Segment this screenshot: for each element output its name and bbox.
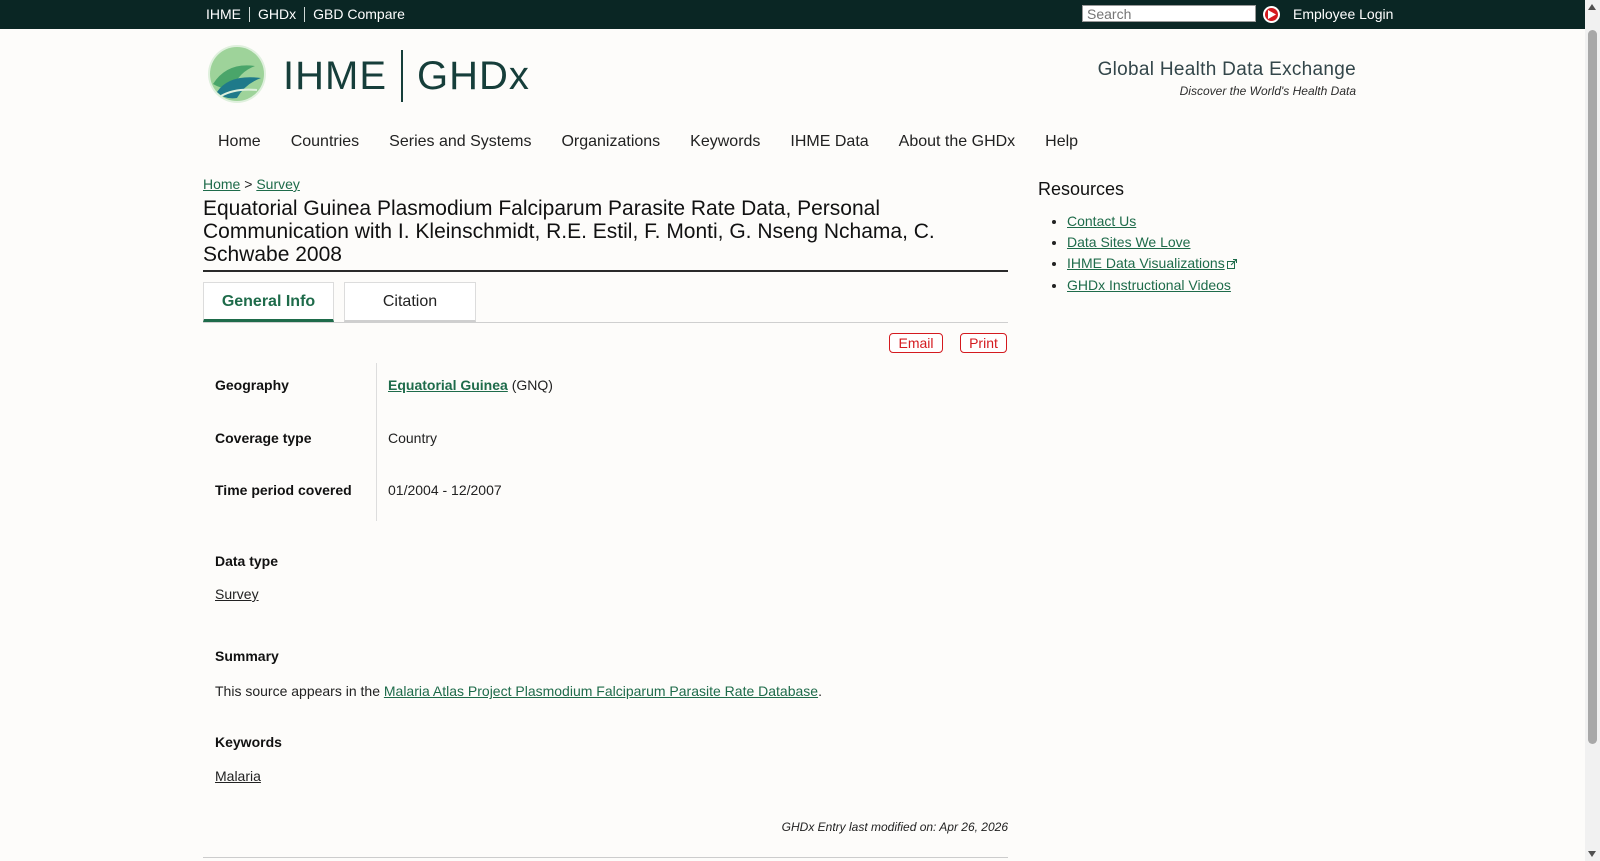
tab-general-info[interactable]: General Info bbox=[203, 282, 334, 322]
resource-item: GHDx Instructional Videos bbox=[1067, 277, 1237, 293]
resource-item: Data Sites We Love bbox=[1067, 234, 1237, 250]
resources-list: Contact Us Data Sites We Love IHME Data … bbox=[1048, 213, 1237, 298]
page-scrollbar[interactable] bbox=[1585, 0, 1600, 861]
nav-item-help[interactable]: Help bbox=[1030, 133, 1093, 151]
time-period-label: Time period covered bbox=[215, 482, 352, 498]
content-bottom-divider bbox=[203, 857, 1008, 858]
tagline-subtitle: Discover the World's Health Data bbox=[1179, 84, 1356, 98]
breadcrumb-survey[interactable]: Survey bbox=[256, 176, 300, 192]
geography-value: Equatorial Guinea (GNQ) bbox=[388, 377, 553, 393]
resource-instructional-videos[interactable]: GHDx Instructional Videos bbox=[1067, 277, 1231, 293]
breadcrumb-separator: > bbox=[244, 176, 253, 192]
geography-code: (GNQ) bbox=[511, 377, 553, 393]
nav-item-organizations[interactable]: Organizations bbox=[546, 133, 675, 151]
search-input[interactable] bbox=[1082, 5, 1256, 22]
summary-prefix: This source appears in the bbox=[215, 683, 384, 699]
resource-data-sites[interactable]: Data Sites We Love bbox=[1067, 234, 1190, 250]
nav-item-countries[interactable]: Countries bbox=[276, 133, 374, 151]
resource-item: IHME Data Visualizations bbox=[1067, 255, 1237, 272]
keywords-label: Keywords bbox=[215, 734, 282, 750]
site-logo-text[interactable]: IHME GHDx bbox=[283, 50, 530, 102]
tabs-baseline bbox=[203, 322, 1008, 323]
site-tagline: Global Health Data Exchange Discover the… bbox=[1000, 59, 1356, 98]
nav-item-about[interactable]: About the GHDx bbox=[884, 133, 1031, 151]
top-link-ghdx[interactable]: GHDx bbox=[249, 7, 304, 22]
data-type-link[interactable]: Survey bbox=[215, 586, 259, 602]
email-button[interactable]: Email bbox=[889, 333, 943, 353]
geography-link[interactable]: Equatorial Guinea bbox=[388, 377, 508, 393]
data-type-label: Data type bbox=[215, 553, 279, 569]
summary-text: This source appears in the Malaria Atlas… bbox=[215, 683, 822, 699]
print-button[interactable]: Print bbox=[960, 333, 1007, 353]
external-link-icon bbox=[1226, 256, 1237, 272]
breadcrumb-home[interactable]: Home bbox=[203, 176, 240, 192]
top-bar: IHME GHDx GBD Compare Employee Login bbox=[0, 0, 1585, 29]
title-divider bbox=[203, 270, 1008, 272]
search-go-icon[interactable] bbox=[1263, 6, 1280, 23]
geography-label: Geography bbox=[215, 377, 289, 393]
logo-ihme: IHME bbox=[283, 53, 387, 98]
summary-database-link[interactable]: Malaria Atlas Project Plasmodium Falcipa… bbox=[384, 683, 818, 699]
info-divider bbox=[376, 363, 377, 521]
resource-contact-us[interactable]: Contact Us bbox=[1067, 213, 1136, 229]
nav-item-ihme-data[interactable]: IHME Data bbox=[775, 133, 883, 151]
resource-ihme-visualizations[interactable]: IHME Data Visualizations bbox=[1067, 255, 1225, 271]
nav-item-home[interactable]: Home bbox=[203, 133, 276, 151]
coverage-type-label: Coverage type bbox=[215, 430, 312, 446]
scroll-up-icon[interactable] bbox=[1588, 4, 1596, 10]
resources-title: Resources bbox=[1038, 179, 1125, 199]
scrollbar-thumb[interactable] bbox=[1588, 30, 1597, 744]
main-nav: Home Countries Series and Systems Organi… bbox=[203, 133, 1093, 151]
breadcrumb: Home > Survey bbox=[203, 176, 300, 192]
logo-ghdx: GHDx bbox=[417, 53, 530, 98]
nav-item-keywords[interactable]: Keywords bbox=[675, 133, 775, 151]
last-modified-note: GHDx Entry last modified on: Apr 26, 202… bbox=[781, 820, 1008, 834]
top-link-gbd-compare[interactable]: GBD Compare bbox=[304, 7, 413, 22]
tagline-title: Global Health Data Exchange bbox=[1097, 59, 1356, 80]
summary-label: Summary bbox=[215, 648, 279, 664]
logo-separator bbox=[401, 50, 403, 102]
top-link-ihme[interactable]: IHME bbox=[202, 7, 249, 22]
resource-item: Contact Us bbox=[1067, 213, 1237, 229]
top-links: IHME GHDx GBD Compare bbox=[202, 7, 413, 22]
ihme-logo-icon[interactable] bbox=[207, 44, 267, 109]
keyword-link-malaria[interactable]: Malaria bbox=[215, 768, 261, 784]
tab-citation[interactable]: Citation bbox=[344, 282, 476, 322]
employee-login-link[interactable]: Employee Login bbox=[1293, 6, 1393, 22]
coverage-type-value: Country bbox=[388, 430, 438, 446]
nav-item-series-and-systems[interactable]: Series and Systems bbox=[374, 133, 546, 151]
time-period-value: 01/2004 - 12/2007 bbox=[388, 482, 502, 498]
summary-suffix: . bbox=[818, 683, 822, 699]
scroll-down-icon[interactable] bbox=[1588, 851, 1596, 857]
page-title: Equatorial Guinea Plasmodium Falciparum … bbox=[203, 197, 935, 266]
